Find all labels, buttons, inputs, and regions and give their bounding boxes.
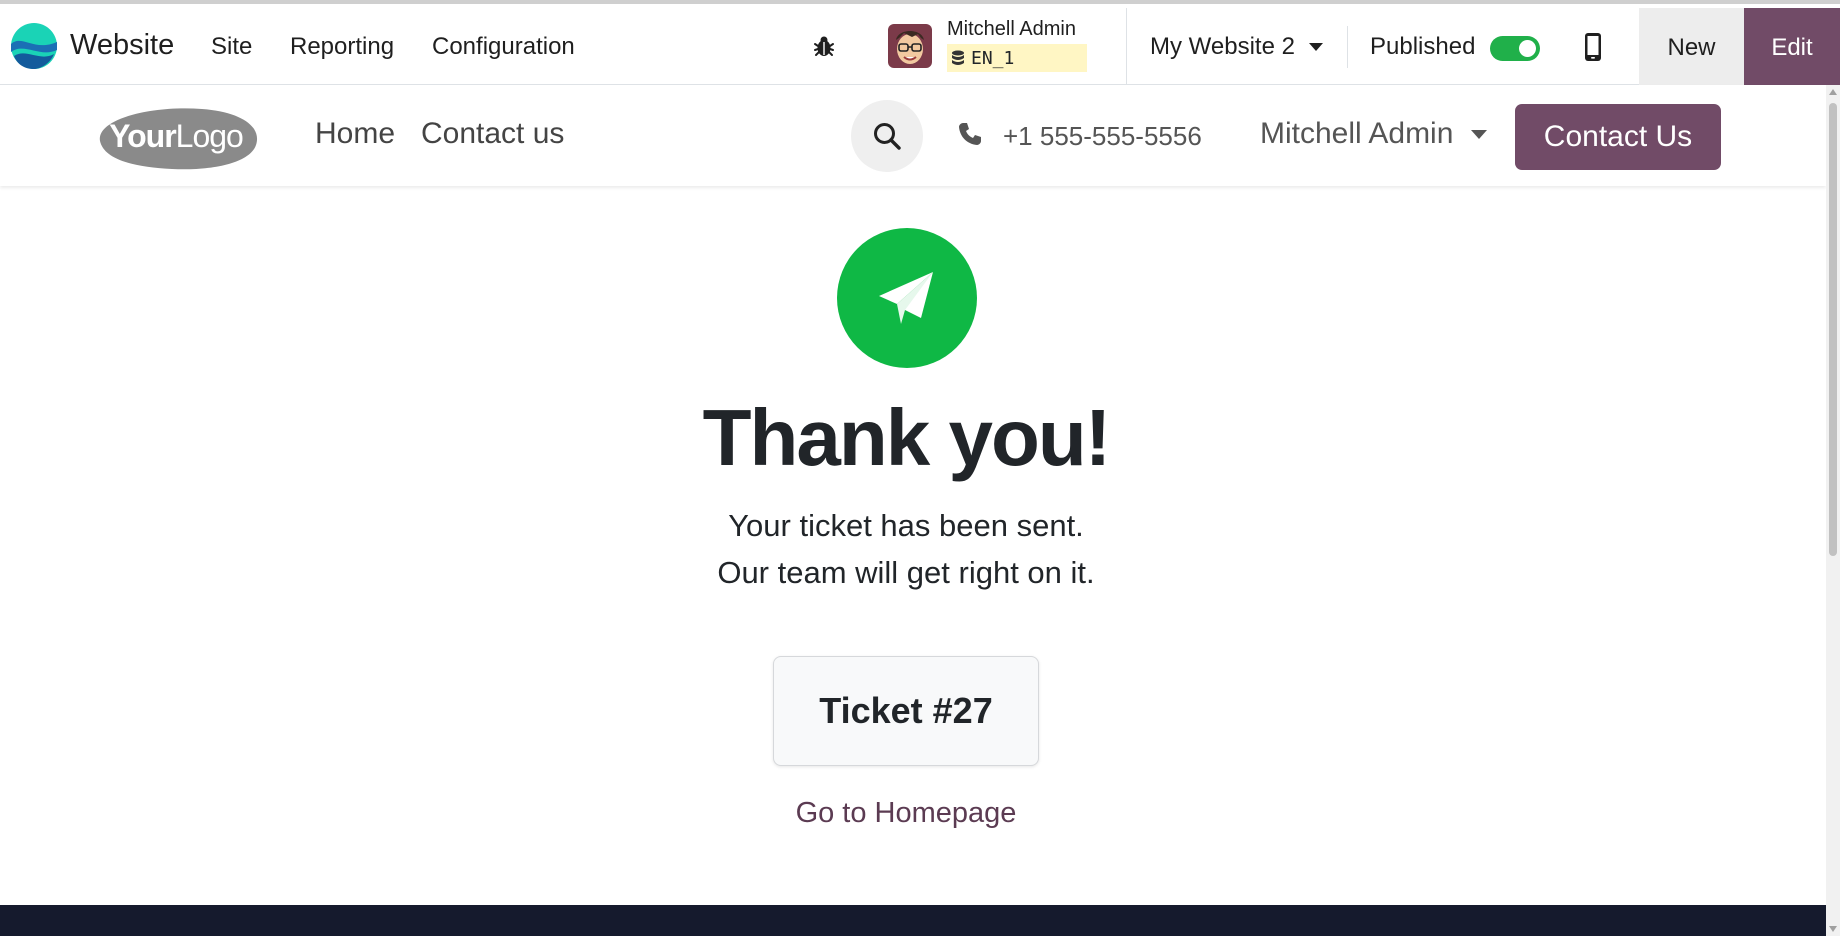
- database-icon: [952, 50, 964, 65]
- go-to-homepage-link[interactable]: Go to Homepage: [0, 797, 1812, 830]
- chevron-down-icon: [1471, 129, 1488, 139]
- avatar-image: [888, 24, 932, 68]
- divider: [1347, 26, 1348, 68]
- published-label: Published: [1370, 33, 1476, 60]
- search-button[interactable]: [851, 100, 923, 172]
- contact-us-button[interactable]: Contact Us: [1515, 104, 1721, 170]
- published-toggle[interactable]: [1490, 36, 1540, 61]
- phone-number[interactable]: +1 555-555-5556: [1003, 121, 1202, 152]
- admin-navbar: Website Site Reporting Configuration Mit…: [0, 0, 1840, 88]
- ticket-number: Ticket #27: [773, 656, 1039, 766]
- user-menu-label: Mitchell Admin: [1260, 117, 1454, 150]
- nav-contact-us[interactable]: Contact us: [421, 117, 564, 151]
- app-name[interactable]: Website: [70, 29, 174, 62]
- database-badge: EN_1: [947, 44, 1087, 72]
- thank-you-heading: Thank you!: [702, 393, 1112, 482]
- search-icon: [874, 123, 901, 150]
- website-app-icon[interactable]: [10, 22, 58, 70]
- database-name: EN_1: [971, 47, 1015, 69]
- scrollbar-thumb[interactable]: [1829, 103, 1837, 556]
- site-logo[interactable]: YourLogo: [92, 101, 260, 173]
- paper-plane-icon: [879, 272, 933, 324]
- website-switcher-label: My Website 2: [1150, 33, 1295, 60]
- scroll-down-arrow-icon[interactable]: [1829, 926, 1837, 932]
- mobile-preview-icon[interactable]: [1582, 32, 1604, 62]
- user-menu[interactable]: Mitchell Admin: [1260, 117, 1488, 151]
- footer: [0, 905, 1826, 936]
- user-avatar[interactable]: [888, 24, 932, 68]
- phone-icon: [959, 123, 981, 145]
- bug-icon[interactable]: [812, 34, 836, 58]
- success-badge: [837, 228, 977, 368]
- svg-text:YourLogo: YourLogo: [109, 118, 243, 154]
- admin-user-name[interactable]: Mitchell Admin: [947, 18, 1076, 41]
- website-header: YourLogo Home Contact us +1 555-555-5556…: [0, 85, 1826, 186]
- nav-home[interactable]: Home: [315, 117, 395, 151]
- new-button[interactable]: New: [1639, 8, 1744, 88]
- website-switcher[interactable]: My Website 2: [1150, 33, 1323, 61]
- menu-reporting[interactable]: Reporting: [290, 33, 394, 61]
- menu-configuration[interactable]: Configuration: [432, 33, 575, 61]
- scrollbar[interactable]: [1826, 85, 1840, 936]
- edit-button[interactable]: Edit: [1744, 8, 1840, 88]
- confirmation-line-1: Your ticket has been sent.: [728, 508, 1084, 543]
- scroll-up-arrow-icon[interactable]: [1829, 89, 1837, 95]
- chevron-down-icon: [1308, 43, 1323, 51]
- confirmation-line-2: Our team will get right on it.: [717, 555, 1095, 590]
- menu-site[interactable]: Site: [211, 33, 252, 61]
- divider: [1126, 8, 1127, 88]
